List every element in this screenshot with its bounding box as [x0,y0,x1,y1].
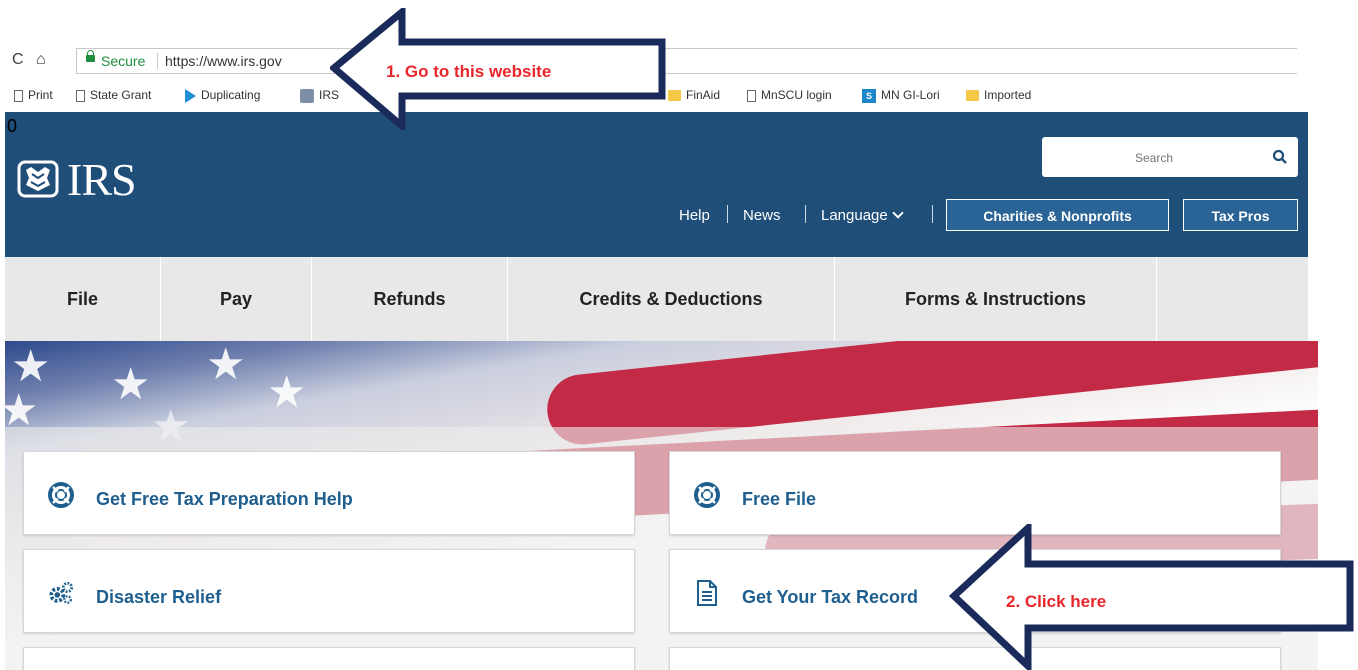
flag-star: ★ [206,341,246,389]
bookmark-label: MnSCU login [761,88,832,102]
divider [805,205,806,223]
card-label: Disaster Relief [96,587,222,607]
bookmark-label: State Grant [90,88,152,102]
card-label: Get Your Tax Record [742,587,919,607]
bookmark-state-grant[interactable]: State Grant [76,86,151,104]
lifebuoy-icon [48,482,74,508]
main-nav: File Pay Refunds Credits & Deductions Fo… [5,257,1308,342]
help-link[interactable]: Help [679,207,710,224]
card-free-file[interactable]: Free File [669,451,1281,535]
chevron-down-icon [892,207,904,219]
page-icon [14,89,23,102]
language-label: Language [821,207,888,224]
bookmark-label: Imported [984,88,1032,102]
card-label: Free File [742,489,817,509]
address-bar-row: C ⌂ Secure https://www.irs.gov [0,45,1358,75]
flag-star: ★ [111,360,151,409]
flag-star: ★ [11,342,51,391]
irs-bookmark-icon [300,88,314,103]
bookmark-duplicating[interactable]: Duplicating [185,86,260,104]
eagle-icon [17,160,59,198]
page-icon [747,89,756,102]
annotation-text-1: 1. Go to this website [386,62,552,81]
bookmark-mn-gi-lori[interactable]: S MN GI-Lori [862,86,940,104]
tab-refunds[interactable]: Refunds [312,257,508,341]
card-label: Get Free Tax Preparation Help [96,489,353,509]
search-input[interactable] [1052,145,1256,171]
lock-icon [86,50,95,62]
card-partial[interactable] [23,647,635,670]
url-text[interactable]: https://www.irs.gov [165,49,282,73]
page-icon [76,89,85,102]
bookmark-label: FinAid [686,88,721,102]
gears-icon [49,581,74,604]
logo-text: IRS [67,154,137,205]
reload-button[interactable]: C [12,49,24,71]
site-header: IRS Help News Language Charities & Nonpr… [5,112,1308,257]
utility-nav: Help News Language Charities & Nonprofit… [5,199,1308,235]
bookmark-print[interactable]: Print [14,86,53,104]
bookmark-finaid[interactable]: FinAid [668,86,720,104]
address-bar[interactable]: Secure https://www.irs.gov [76,48,1297,74]
tax-pros-button[interactable]: Tax Pros [1183,199,1298,231]
home-button[interactable]: ⌂ [36,49,46,71]
card-disaster-relief[interactable]: Disaster Relief [23,549,635,633]
bookmark-label: Duplicating [201,88,261,102]
tab-file[interactable]: File [5,257,161,341]
lifebuoy-icon [694,482,720,508]
tab-pay[interactable]: Pay [161,257,312,341]
search-icon[interactable] [1272,149,1288,165]
bookmark-imported[interactable]: Imported [966,86,1031,104]
charities-nonprofits-button[interactable]: Charities & Nonprofits [946,199,1169,231]
bookmark-label: MN GI-Lori [881,88,940,102]
tab-forms-instructions[interactable]: Forms & Instructions [835,257,1157,341]
duplicating-icon [185,88,196,103]
language-dropdown[interactable]: Language [821,207,904,224]
browser-chrome: C ⌂ Secure https://www.irs.gov Print Sta… [0,0,1358,112]
document-icon [697,580,717,606]
divider [727,205,728,223]
news-link[interactable]: News [743,207,781,224]
secure-label: Secure [101,53,146,69]
tab-credits-deductions[interactable]: Credits & Deductions [508,257,835,341]
bookmark-label: Print [28,88,53,102]
stray-mark: 0 [7,116,18,136]
search-box [1042,137,1298,177]
card-free-tax-prep-help[interactable]: Get Free Tax Preparation Help [23,451,635,535]
sharepoint-icon: S [862,88,876,103]
bookmark-mnscu-login[interactable]: MnSCU login [747,86,832,104]
bookmarks-bar: Print State Grant Duplicating IRS FinAid… [0,84,1358,106]
annotation-text-2: 2. Click here [1006,592,1107,611]
address-divider [157,53,158,69]
flag-star: ★ [267,368,307,417]
folder-icon [966,90,979,102]
divider [932,205,933,223]
